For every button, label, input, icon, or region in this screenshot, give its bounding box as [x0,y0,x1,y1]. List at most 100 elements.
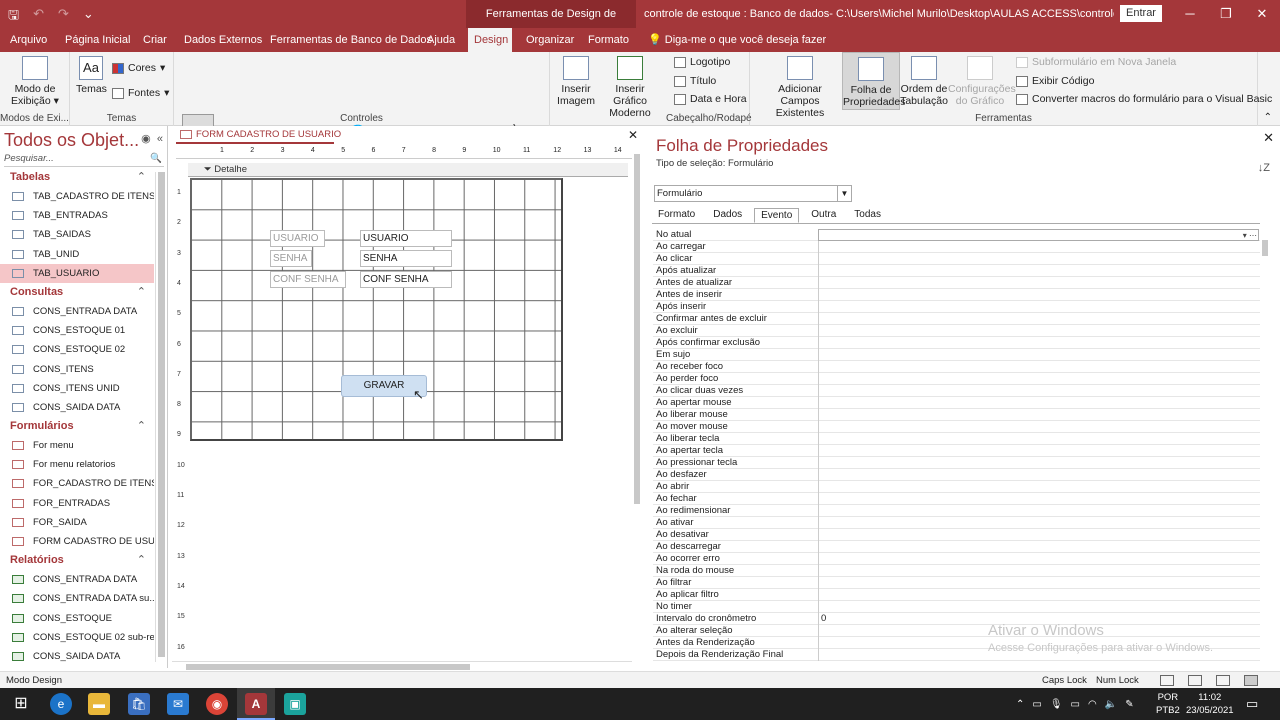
save-icon[interactable]: 🖫 [8,6,19,28]
access-icon[interactable]: A [245,693,267,715]
property-value[interactable] [818,253,1259,265]
convert-macros-button[interactable]: Converter macros do formulário para o Vi… [1016,93,1272,105]
doc-vscroll-thumb[interactable] [634,154,640,504]
windows-start-icon[interactable]: ⊞ [10,693,32,715]
property-value[interactable] [818,565,1259,577]
nav-item[interactable]: TAB_SAIDAS [0,225,154,244]
property-value[interactable] [818,457,1259,469]
label-usuario[interactable]: USUARIO [270,230,325,247]
chevron-down-icon[interactable]: ▼ [837,186,851,201]
doc-vertical-scrollbar[interactable] [632,148,642,656]
store-icon[interactable]: 🛍 [128,693,150,715]
property-value[interactable] [818,493,1259,505]
chrome-icon[interactable]: ◉ [206,693,228,715]
field-senha[interactable]: SENHA [360,250,452,267]
object-selector[interactable]: Formulário ▼ [654,185,852,202]
app-icon[interactable]: ▣ [284,693,306,715]
tab-criar[interactable]: Criar [137,28,173,52]
property-value[interactable] [818,577,1259,589]
date-time-button[interactable]: Data e Hora [674,93,747,105]
property-value[interactable] [818,349,1259,361]
volume-icon[interactable]: 🔈 [1105,699,1117,710]
undo-icon[interactable]: ↶ [33,6,44,28]
battery-icon[interactable]: ▭ [1071,699,1080,710]
collapse-section-icon[interactable]: ⌃ [137,551,146,570]
property-value[interactable] [818,589,1259,601]
fonts-button[interactable]: Fontes ▾ [112,87,169,99]
nav-item[interactable]: FORM CADASTRO DE USU... [0,532,154,551]
tab-order-button[interactable]: Ordem de Tabulação [900,56,948,107]
nav-search-input[interactable]: Pesquisar... 🔍 [4,153,164,167]
customize-qat-icon[interactable]: ⌄ [83,6,94,28]
property-value[interactable] [818,385,1259,397]
nav-item[interactable]: CONS_ITENS UNID [0,379,154,398]
edit-icon[interactable]: ✎ [1125,699,1133,710]
property-value[interactable] [818,313,1259,325]
property-value[interactable] [818,325,1259,337]
tab-ajuda[interactable]: Ajuda [421,28,461,52]
property-value[interactable] [818,289,1259,301]
property-value[interactable] [818,517,1259,529]
nav-scroll-thumb[interactable] [158,172,165,657]
prop-tab-dados[interactable]: Dados [707,208,748,223]
property-value[interactable] [818,277,1259,289]
field-usuario[interactable]: USUARIO [360,230,452,247]
close-window-icon[interactable]: ✕ [1244,0,1280,28]
property-sheet-button[interactable]: Folha de Propriedades [842,52,905,110]
property-value[interactable] [818,469,1259,481]
tell-me-box[interactable]: 💡 Diga-me o que você deseja fazer [648,28,826,52]
nav-item[interactable]: FOR_SAIDA [0,513,154,532]
label-conf-senha[interactable]: CONF SENHA [270,271,346,288]
property-value[interactable] [818,601,1259,613]
chart-settings-button[interactable]: Configurações do Gráfico [948,56,1016,107]
property-value[interactable] [818,433,1259,445]
sort-icon[interactable]: ↓Z [1258,162,1270,174]
mail-icon[interactable]: ✉ [167,693,189,715]
prop-tab-outra[interactable]: Outra [805,208,842,223]
nav-section-header[interactable]: Tabelas ⌃ [0,168,154,187]
prop-tab-formato[interactable]: Formato [652,208,701,223]
nav-scrollbar[interactable] [155,172,165,662]
nav-menu-icon[interactable]: ◉ [141,133,151,145]
insert-image-button[interactable]: Inserir Imagem [554,56,598,107]
nav-item[interactable]: CONS_SAIDA DATA [0,647,154,666]
property-value[interactable] [818,241,1259,253]
nav-item[interactable]: FOR_CADASTRO DE ITENS [0,474,154,493]
property-value[interactable] [818,505,1259,517]
redo-icon[interactable]: ↷ [58,6,69,28]
nav-item[interactable]: CONS_ENTRADA DATA su... [0,589,154,608]
nav-item[interactable]: CONS_ESTOQUE 02 sub-re... [0,628,154,647]
form-view-switch-icon[interactable] [1160,675,1174,686]
document-tab[interactable]: FORM CADASTRO DE USUARIO [176,128,341,144]
datasheet-view-switch-icon[interactable] [1188,675,1202,686]
property-value[interactable] [818,541,1259,553]
nav-item[interactable]: TAB_USUARIO [0,263,154,283]
minimize-icon[interactable]: ─ [1172,0,1208,28]
property-value[interactable] [818,361,1259,373]
collapse-nav-icon[interactable]: « [157,133,163,145]
property-value[interactable] [818,553,1259,565]
property-value[interactable]: ▾ ⋯ [818,229,1259,241]
label-senha[interactable]: SENHA [270,250,312,267]
tab-formato[interactable]: Formato [582,28,635,52]
subform-new-window-button[interactable]: Subformulário em Nova Janela [1016,56,1176,68]
network-tray-icon[interactable]: ▭ [1032,699,1041,710]
collapse-section-icon[interactable]: ⌃ [137,417,146,436]
detail-section-bar[interactable]: ⏷ Detalhe [188,163,628,177]
tab-design[interactable]: Design [468,28,512,52]
nav-item[interactable]: For menu [0,436,154,455]
language-indicator[interactable]: POR PTB2 [1156,691,1180,717]
property-value[interactable] [818,529,1259,541]
doc-horizontal-scrollbar[interactable] [172,661,632,671]
nav-item[interactable]: For menu relatorios [0,455,154,474]
add-existing-fields-button[interactable]: Adicionar Campos Existentes [758,56,842,119]
nav-item[interactable]: FOR_ENTRADAS [0,494,154,513]
design-view-switch-icon[interactable] [1244,675,1258,686]
close-document-icon[interactable]: ✕ [628,128,638,142]
search-icon[interactable]: 🔍 [150,153,162,164]
nav-item[interactable]: TAB_UNID [0,245,154,264]
tab-pagina-inicial[interactable]: Página Inicial [59,28,136,52]
nav-item[interactable]: TAB_ENTRADAS [0,206,154,225]
property-value[interactable] [818,265,1259,277]
nav-item[interactable]: CONS_ENTRADA DATA [0,302,154,321]
